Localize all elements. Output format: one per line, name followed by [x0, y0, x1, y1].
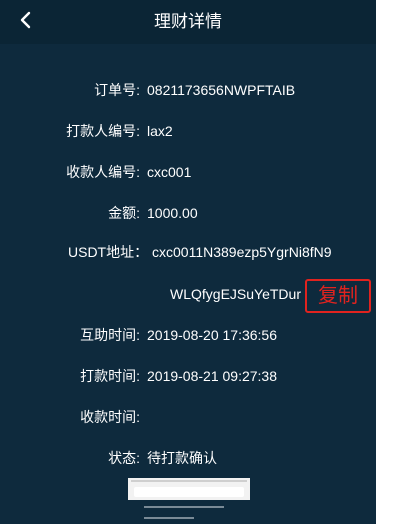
payer-label: 打款人编号:: [66, 123, 140, 139]
screenshot-text-line: [144, 506, 224, 508]
help-time-value: 2019-08-20 17:36:56: [147, 327, 277, 343]
payee-label: 收款人编号:: [66, 164, 140, 180]
screenshot-topbar: [128, 478, 250, 500]
chevron-left-icon: [20, 11, 31, 29]
amount-row: 金额: 1000.00: [0, 201, 376, 225]
receive-time-label: 收款时间:: [80, 409, 140, 425]
screenshot-text-line: [144, 517, 194, 519]
page-title: 理财详情: [154, 12, 222, 31]
help-time-row: 互助时间: 2019-08-20 17:36:56: [0, 323, 376, 347]
amount-label: 金额:: [108, 205, 140, 221]
order-value: 0821173656NWPFTAIB: [147, 82, 296, 98]
receive-time-row: 收款时间:: [0, 405, 376, 429]
payer-value: lax2: [147, 123, 173, 139]
payee-value: cxc001: [147, 164, 192, 180]
back-button[interactable]: [12, 8, 40, 36]
amount-value: 1000.00: [147, 205, 198, 221]
screenshot-search-box: [134, 487, 244, 497]
status-label: 状态:: [108, 450, 140, 466]
screenshot-status-line: [131, 480, 247, 482]
pay-time-label: 打款时间:: [80, 368, 140, 384]
usdt-address-line2: WLQfygEJSuYeTDur: [170, 286, 301, 302]
status-row: 状态: 待打款确认: [0, 446, 376, 470]
payer-row: 打款人编号: lax2: [0, 119, 376, 143]
phone-screen: 理财详情 订单号: 0821173656NWPFTAIB 打款人编号: lax2…: [0, 0, 376, 524]
payment-screenshot-image[interactable]: [128, 478, 250, 524]
order-label: 订单号:: [94, 82, 140, 98]
status-value: 待打款确认: [147, 450, 217, 466]
header-bar: 理财详情: [0, 0, 376, 44]
pay-time-row: 打款时间: 2019-08-21 09:27:38: [0, 364, 376, 388]
usdt-label: USDT地址：: [68, 244, 149, 260]
copy-button[interactable]: 复制: [305, 279, 371, 313]
order-row: 订单号: 0821173656NWPFTAIB: [0, 78, 376, 102]
usdt-address-line1: cxc0011N389ezp5YgrNi8fN9: [152, 244, 332, 260]
help-time-label: 互助时间:: [80, 327, 140, 343]
pay-time-value: 2019-08-21 09:27:38: [147, 368, 277, 384]
payee-row: 收款人编号: cxc001: [0, 160, 376, 184]
